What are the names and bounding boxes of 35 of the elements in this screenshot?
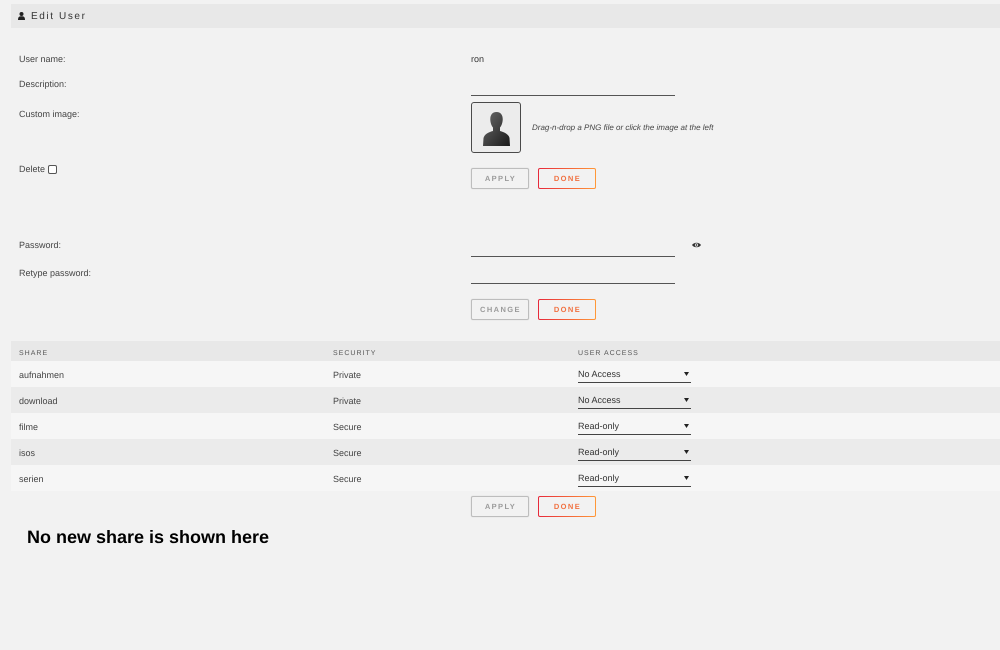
access-select[interactable]: Read-only [578,444,691,460]
image-picker[interactable] [471,102,521,153]
access-select[interactable]: No Access [578,392,691,408]
access-select[interactable]: Read-only [578,418,691,434]
share-name-cell: download [19,396,58,406]
page-title: Edit User [31,10,87,22]
caret-icon [684,424,689,428]
field-label: Description: [19,78,67,91]
caret-icon [684,476,689,480]
share-name-cell: isos [19,448,36,458]
caret-icon [684,450,689,454]
access-select[interactable]: No Access [578,366,691,382]
delete-checkbox[interactable] [48,164,58,174]
field-label: Custom image: [19,108,80,121]
field-label: Retype password: [19,267,92,280]
note-text: No new share is shown here [27,526,270,548]
field-label: Delete [19,163,46,176]
security-cell: Secure [333,474,362,484]
share-name-cell: filme [19,422,38,432]
security-cell: Secure [333,448,362,458]
share-name-cell: aufnahmen [19,370,64,380]
security-cell: Private [333,370,362,380]
eye-icon[interactable] [692,242,701,248]
user-icon [18,12,25,20]
user-name-value: ron [471,53,484,66]
access-select[interactable]: Read-only [578,470,691,486]
field-label: Password: [19,239,62,252]
image-hint: Drag-n-drop a PNG file or click the image at the left [532,123,714,132]
security-cell: Private [333,396,362,406]
caret-icon [684,372,689,376]
field-label: User name: [19,53,66,66]
security-cell: Secure [333,422,362,432]
caret-icon [684,398,689,402]
person-bust-icon [482,112,510,146]
share-name-cell: serien [19,474,44,484]
